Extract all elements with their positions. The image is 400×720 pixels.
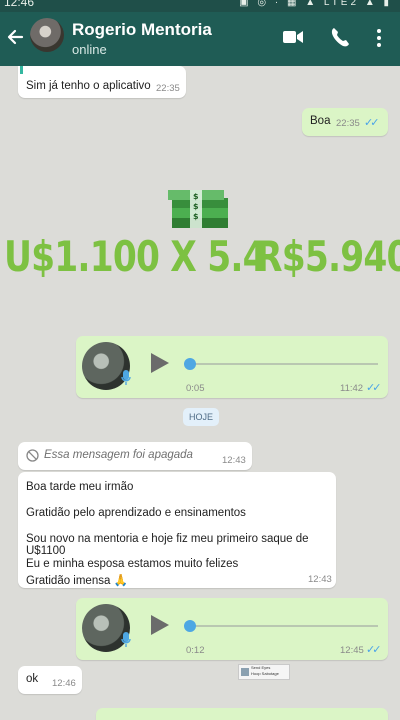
play-button[interactable] bbox=[151, 615, 169, 635]
overlay-result-text: R$5.940 bbox=[256, 232, 400, 281]
message-incoming[interactable]: Sim já tenho o aplicativo 22:35 bbox=[18, 66, 186, 98]
message-time: 12:43 bbox=[222, 455, 246, 466]
message-outgoing[interactable]: Boa 22:35 ✓✓ bbox=[302, 108, 388, 136]
message-line: Sou novo na mentoria e hoje fiz meu prim… bbox=[26, 533, 309, 557]
money-stack-icon: $ $ $ bbox=[168, 190, 228, 228]
mic-icon bbox=[121, 370, 131, 385]
audio-scrub-handle[interactable] bbox=[184, 620, 196, 632]
voice-message-outgoing[interactable]: 0:12 12:45 ✓✓ bbox=[76, 598, 388, 660]
message-text: Essa mensagem foi apagada bbox=[44, 449, 193, 461]
sticker-line: Hoop Sabotage bbox=[251, 671, 279, 676]
sticker-thumbnail[interactable]: Send Eyes Hoop Sabotage bbox=[238, 664, 290, 680]
read-ticks-icon: ✓✓ bbox=[366, 644, 382, 656]
read-ticks-icon: ✓✓ bbox=[366, 382, 382, 394]
audio-progress-track[interactable] bbox=[188, 625, 378, 627]
play-button[interactable] bbox=[151, 353, 169, 373]
message-time: 22:35 bbox=[156, 83, 180, 94]
day-divider: HOJE bbox=[183, 408, 219, 426]
message-time: 11:42 bbox=[340, 383, 364, 394]
status-bar: 12:46 ▣ ◎ · ▦ ▲ LTE2 ▲ ▮ bbox=[0, 0, 400, 12]
mic-icon bbox=[121, 632, 131, 647]
message-time: 12:43 bbox=[308, 574, 332, 585]
audio-scrub-handle[interactable] bbox=[184, 358, 196, 370]
message-incoming[interactable]: ok 12:46 bbox=[18, 666, 82, 694]
deleted-message-icon bbox=[26, 449, 39, 462]
video-call-icon[interactable] bbox=[282, 29, 304, 45]
message-line: Boa tarde meu irmão bbox=[26, 481, 134, 493]
audio-duration: 0:12 bbox=[186, 645, 205, 656]
svg-text:$: $ bbox=[193, 192, 199, 201]
message-outgoing-partial[interactable] bbox=[96, 708, 388, 720]
audio-duration: 0:05 bbox=[186, 383, 205, 394]
message-text: ok bbox=[26, 673, 39, 685]
chat-header: Rogerio Mentoria online bbox=[0, 12, 400, 66]
message-time: 12:45 bbox=[340, 645, 364, 656]
message-line: Eu e minha esposa estamos muito felizes bbox=[26, 558, 239, 570]
audio-progress-track[interactable] bbox=[188, 363, 378, 365]
voice-message-outgoing[interactable]: 0:05 11:42 ✓✓ bbox=[76, 336, 388, 398]
status-icons: ▣ ◎ · ▦ ▲ LTE2 ▲ ▮ bbox=[239, 0, 392, 8]
contact-status: online bbox=[72, 42, 107, 57]
voice-call-icon[interactable] bbox=[330, 26, 350, 48]
contact-avatar[interactable] bbox=[30, 18, 64, 52]
read-ticks-icon: ✓✓ bbox=[364, 117, 380, 129]
more-options-icon[interactable] bbox=[376, 28, 382, 48]
message-time: 22:35 bbox=[336, 118, 360, 129]
sticker-image bbox=[241, 668, 249, 676]
message-deleted[interactable]: Essa mensagem foi apagada 12:43 bbox=[18, 442, 252, 470]
back-arrow-icon[interactable] bbox=[6, 24, 26, 50]
quote-marker bbox=[20, 66, 23, 74]
message-text: Boa bbox=[310, 115, 331, 127]
svg-text:$: $ bbox=[193, 202, 199, 211]
svg-text:$: $ bbox=[193, 212, 199, 221]
chat-area[interactable]: Sim já tenho o aplicativo 22:35 Boa 22:3… bbox=[0, 66, 400, 720]
message-text: Sim já tenho o aplicativo bbox=[26, 80, 151, 92]
message-time: 12:46 bbox=[52, 678, 76, 689]
overlay-conversion-text: U$1.100 X 5.4 bbox=[4, 232, 267, 281]
message-incoming[interactable]: Boa tarde meu irmão Gratidão pelo aprend… bbox=[18, 472, 336, 588]
message-line: Gratidão pelo aprendizado e ensinamentos bbox=[26, 507, 246, 519]
message-line: Gratidão imensa 🙏 bbox=[26, 575, 128, 587]
status-time: 12:46 bbox=[4, 0, 35, 9]
contact-name[interactable]: Rogerio Mentoria bbox=[72, 20, 212, 40]
